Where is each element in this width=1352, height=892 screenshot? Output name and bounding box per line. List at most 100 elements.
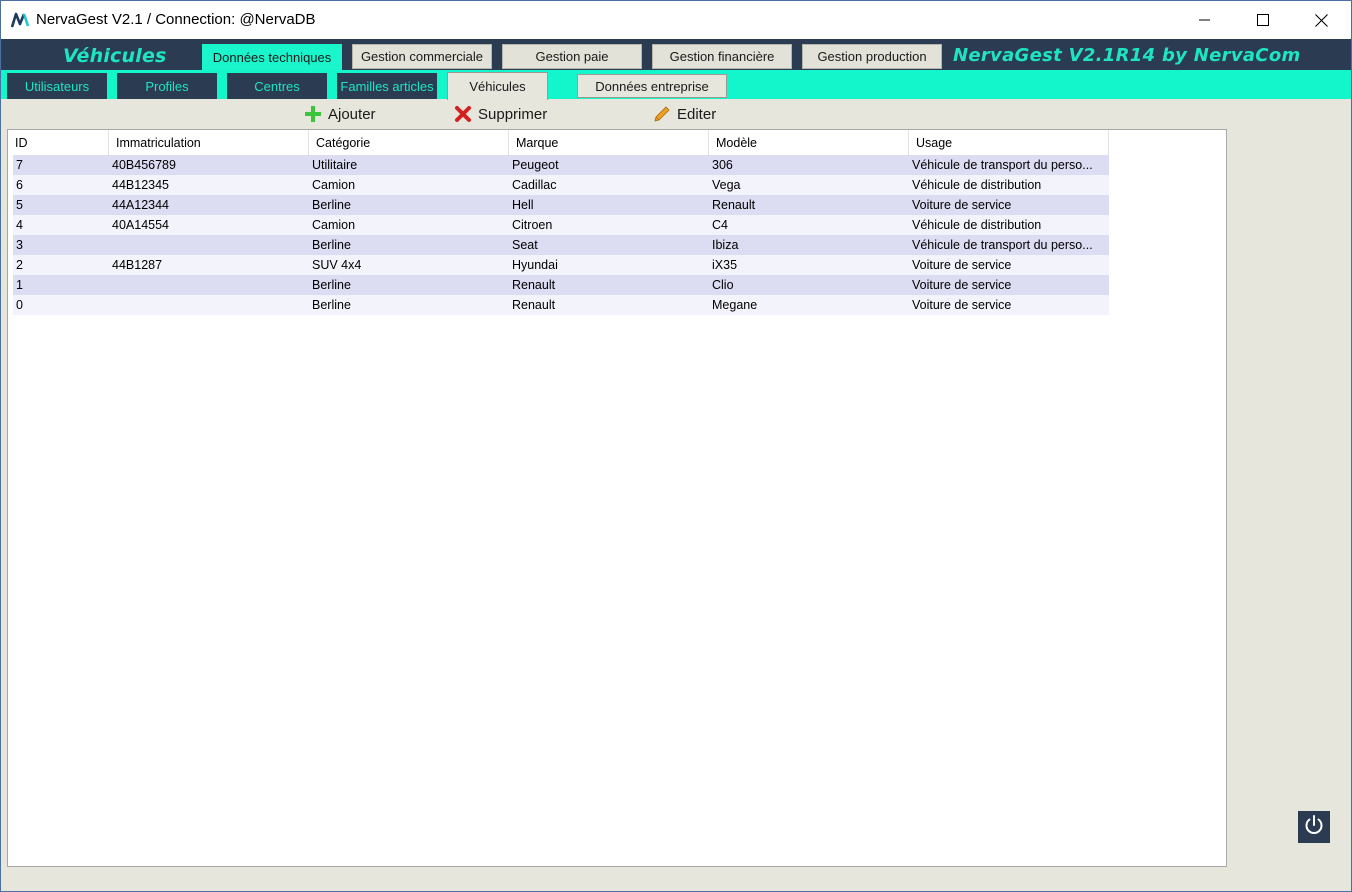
cell-immatriculation: 40B456789 bbox=[112, 158, 176, 172]
cell-id: 3 bbox=[16, 238, 23, 252]
column-header-immatriculation[interactable]: Immatriculation bbox=[109, 130, 309, 156]
cell-categorie: Berline bbox=[312, 198, 351, 212]
module-bar: Véhicules Données techniques Gestion com… bbox=[1, 39, 1351, 71]
plus-icon bbox=[304, 105, 322, 123]
section-title: Véhicules bbox=[63, 45, 167, 67]
cell-immatriculation: 44B1287 bbox=[112, 258, 163, 272]
cell-id: 6 bbox=[16, 178, 23, 192]
cell-modele: Vega bbox=[712, 178, 741, 192]
subtab-profiles[interactable]: Profiles bbox=[117, 73, 217, 99]
brand-label: NervaGest V2.1R14 by NervaCom bbox=[953, 45, 1301, 66]
table-body: 7 40B456789 Utilitaire Peugeot 306 Véhicule d… bbox=[13, 155, 1109, 315]
close-button[interactable] bbox=[1292, 1, 1350, 39]
column-header-usage[interactable]: Usage bbox=[909, 130, 1109, 156]
nervagest-logo-icon bbox=[10, 12, 30, 28]
cell-marque: Peugeot bbox=[512, 158, 559, 172]
delete-x-icon bbox=[454, 105, 472, 123]
minimize-icon bbox=[1199, 14, 1211, 26]
add-button[interactable]: Ajouter bbox=[304, 103, 376, 125]
cell-marque: Hell bbox=[512, 198, 534, 212]
cell-categorie: Camion bbox=[312, 178, 356, 192]
table-row[interactable]: 4 40A14554 Camion Citroen C4 Véhicule de dist… bbox=[13, 215, 1109, 235]
cell-id: 4 bbox=[16, 218, 23, 232]
table-row[interactable]: 6 44B12345 Camion Cadillac Vega Véhicule de d… bbox=[13, 175, 1109, 195]
cell-marque: Seat bbox=[512, 238, 538, 252]
cell-usage: Véhicule de transport du perso... bbox=[912, 158, 1093, 172]
cell-immatriculation bbox=[109, 295, 309, 315]
power-button[interactable] bbox=[1298, 811, 1330, 843]
cell-marque: Hyundai bbox=[512, 258, 558, 272]
title-bar: NervaGest V2.1 / Connection: @NervaDB bbox=[1, 1, 1351, 39]
cell-modele: Renault bbox=[712, 198, 756, 212]
subtab-donnees-entreprise[interactable]: Données entreprise bbox=[577, 74, 727, 98]
edit-button-label: Editer bbox=[677, 105, 717, 123]
column-header-id[interactable]: ID bbox=[8, 130, 109, 156]
column-header-categorie[interactable]: Catégorie bbox=[309, 130, 509, 156]
cell-modele: Ibiza bbox=[712, 238, 739, 252]
cell-immatriculation: 44B12345 bbox=[112, 178, 170, 192]
table-row[interactable]: 3 Berline Seat Ibiza Véhicule de transport d… bbox=[13, 235, 1109, 255]
pencil-icon bbox=[653, 105, 671, 123]
cell-id: 0 bbox=[16, 298, 23, 312]
sub-tab-bar: Utilisateurs Profiles Centres Familles a… bbox=[1, 70, 1351, 100]
cell-categorie: Berline bbox=[312, 278, 351, 292]
cell-usage: Voiture de service bbox=[912, 198, 1012, 212]
delete-button[interactable]: Supprimer bbox=[454, 103, 547, 125]
cell-id: 1 bbox=[16, 278, 23, 292]
cell-categorie: SUV 4x4 bbox=[312, 258, 362, 272]
cell-id: 7 bbox=[16, 158, 23, 172]
tab-gestion-commerciale[interactable]: Gestion commerciale bbox=[352, 44, 492, 69]
cell-categorie: Berline bbox=[312, 238, 351, 252]
cell-modele: 306 bbox=[712, 158, 733, 172]
minimize-button[interactable] bbox=[1176, 1, 1234, 39]
subtab-centres[interactable]: Centres bbox=[227, 73, 327, 99]
cell-usage: Véhicule de distribution bbox=[912, 218, 1042, 232]
cell-marque: Renault bbox=[512, 298, 556, 312]
column-header-marque[interactable]: Marque bbox=[509, 130, 709, 156]
cell-modele: Megane bbox=[712, 298, 758, 312]
cell-marque: Cadillac bbox=[512, 178, 557, 192]
cell-id: 2 bbox=[16, 258, 23, 272]
cell-usage: Véhicule de transport du perso... bbox=[912, 238, 1093, 252]
cell-modele: iX35 bbox=[712, 258, 738, 272]
cell-usage: Véhicule de distribution bbox=[912, 178, 1042, 192]
cell-categorie: Utilitaire bbox=[312, 158, 358, 172]
cell-categorie: Camion bbox=[312, 218, 356, 232]
cell-immatriculation: 44A12344 bbox=[112, 198, 170, 212]
tab-gestion-production[interactable]: Gestion production bbox=[802, 44, 942, 69]
edit-button[interactable]: Editer bbox=[653, 103, 716, 125]
cell-usage: Voiture de service bbox=[912, 278, 1012, 292]
cell-immatriculation bbox=[109, 275, 309, 295]
column-header-modele[interactable]: Modèle bbox=[709, 130, 909, 156]
table-header: ID Immatriculation Catégorie Marque Modè… bbox=[8, 130, 1109, 156]
app-window: NervaGest V2.1 / Connection: @NervaDB Vé… bbox=[0, 0, 1352, 892]
table-row[interactable]: 7 40B456789 Utilitaire Peugeot 306 Véhicule d… bbox=[13, 155, 1109, 175]
cell-immatriculation: 40A14554 bbox=[112, 218, 170, 232]
cell-modele: Clio bbox=[712, 278, 734, 292]
table-row[interactable]: 2 44B1287 SUV 4x4 Hyundai iX35 Voiture de ser… bbox=[13, 255, 1109, 275]
window-title: NervaGest V2.1 / Connection: @NervaDB bbox=[36, 11, 316, 28]
cell-marque: Citroen bbox=[512, 218, 553, 232]
cell-immatriculation bbox=[109, 235, 309, 255]
power-icon bbox=[1303, 814, 1325, 841]
vehicles-table[interactable]: ID Immatriculation Catégorie Marque Modè… bbox=[7, 129, 1227, 867]
subtab-vehicules[interactable]: Véhicules bbox=[447, 72, 548, 100]
table-row[interactable]: 1 Berline Renault Clio Voiture de service bbox=[13, 275, 1109, 295]
cell-modele: C4 bbox=[712, 218, 728, 232]
subtab-familles-articles[interactable]: Familles articles bbox=[337, 73, 437, 99]
tab-gestion-paie[interactable]: Gestion paie bbox=[502, 44, 642, 69]
tab-donnees-techniques[interactable]: Données techniques bbox=[202, 44, 342, 71]
table-row[interactable]: 5 44A12344 Berline Hell Renault Voiture de se… bbox=[13, 195, 1109, 215]
delete-button-label: Supprimer bbox=[478, 105, 548, 123]
subtab-utilisateurs[interactable]: Utilisateurs bbox=[7, 73, 107, 99]
maximize-button[interactable] bbox=[1234, 1, 1292, 39]
tab-gestion-financiere[interactable]: Gestion financière bbox=[652, 44, 792, 69]
maximize-icon bbox=[1257, 14, 1269, 26]
cell-marque: Renault bbox=[512, 278, 556, 292]
cell-id: 5 bbox=[16, 198, 23, 212]
cell-categorie: Berline bbox=[312, 298, 351, 312]
cell-usage: Voiture de service bbox=[912, 298, 1012, 312]
add-button-label: Ajouter bbox=[328, 105, 376, 123]
close-icon bbox=[1314, 13, 1328, 27]
table-row[interactable]: 0 Berline Renault Megane Voiture de service bbox=[13, 295, 1109, 315]
